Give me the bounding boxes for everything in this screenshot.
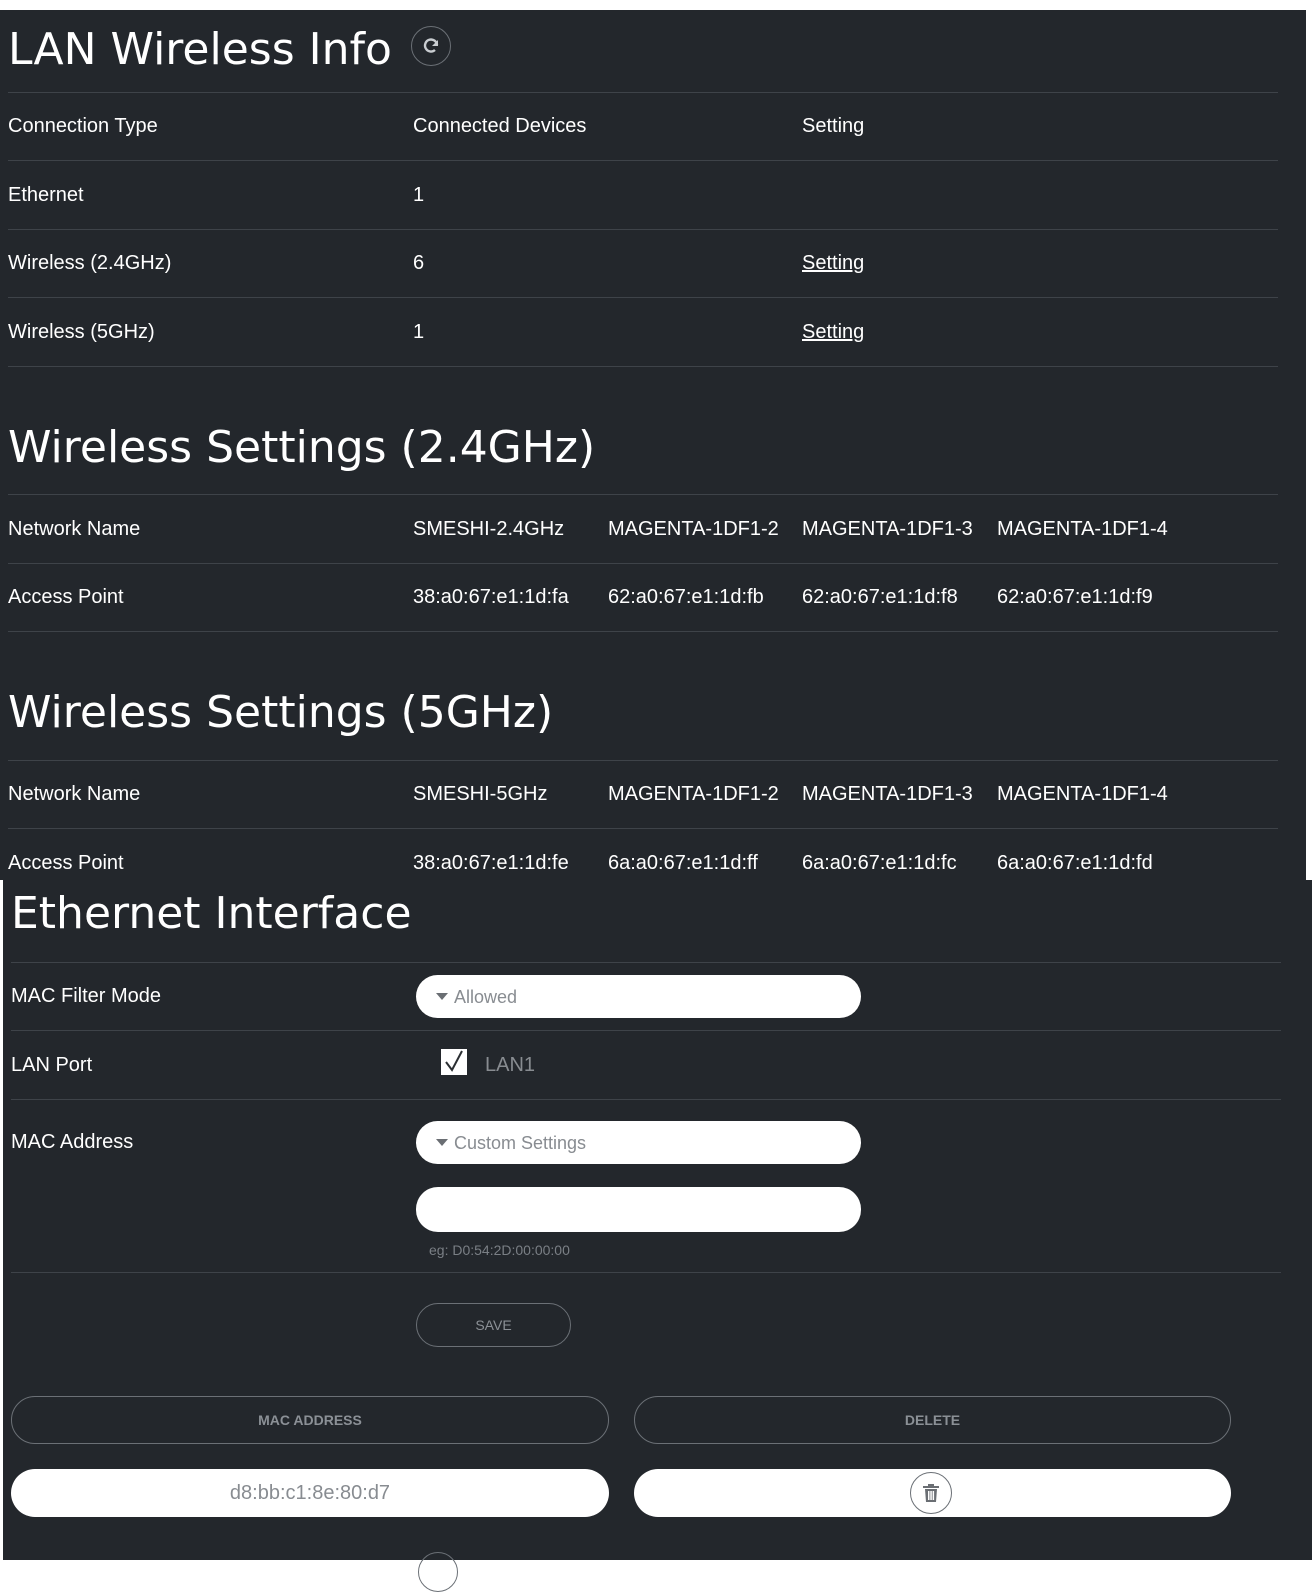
chevron-down-icon bbox=[436, 1138, 448, 1146]
lan1-checkbox[interactable] bbox=[441, 1049, 467, 1075]
divider bbox=[11, 1099, 1281, 1100]
ethernet-interface-panel: Ethernet Interface MAC Filter Mode Allow… bbox=[3, 880, 1312, 1592]
row-device-count: 1 bbox=[413, 321, 425, 343]
row-device-count: 6 bbox=[413, 252, 425, 274]
row-connection-type: Ethernet bbox=[8, 184, 84, 206]
mac-address-hint: eg: D0:54:2D:00:00:00 bbox=[429, 1242, 570, 1258]
access-point-value: 6a:a0:67:e1:1d:fc bbox=[802, 852, 957, 874]
delete-cell bbox=[634, 1469, 1231, 1517]
mac-filter-mode-select[interactable]: Allowed bbox=[416, 975, 861, 1018]
divider bbox=[8, 366, 1278, 367]
wireless-settings-5-title: Wireless Settings (5GHz) bbox=[8, 687, 554, 738]
header-connected-devices: Connected Devices bbox=[413, 115, 587, 137]
divider bbox=[8, 828, 1278, 829]
lan-wireless-info-title: LAN Wireless Info bbox=[8, 24, 392, 75]
divider bbox=[8, 494, 1278, 495]
network-name-value: SMESHI-5GHz bbox=[413, 783, 548, 805]
network-name-value: MAGENTA-1DF1-2 bbox=[608, 783, 779, 805]
lan1-option-label: LAN1 bbox=[485, 1054, 536, 1076]
network-name-value: MAGENTA-1DF1-4 bbox=[997, 518, 1168, 540]
access-point-label: Access Point bbox=[8, 586, 124, 608]
divider bbox=[8, 92, 1278, 93]
access-point-label: Access Point bbox=[8, 852, 124, 874]
access-point-value: 62:a0:67:e1:1d:fb bbox=[608, 586, 764, 608]
row-connection-type: Wireless (5GHz) bbox=[8, 321, 155, 343]
divider bbox=[8, 760, 1278, 761]
wireless-info-panel: LAN Wireless Info Connection Type Connec… bbox=[0, 10, 1306, 880]
network-name-value: MAGENTA-1DF1-4 bbox=[997, 783, 1168, 805]
add-entry-button[interactable] bbox=[418, 1552, 458, 1592]
mac-address-input[interactable] bbox=[416, 1187, 861, 1232]
access-point-value: 62:a0:67:e1:1d:f8 bbox=[802, 586, 958, 608]
refresh-icon[interactable] bbox=[411, 26, 451, 66]
mac-address-mode-select[interactable]: Custom Settings bbox=[416, 1121, 861, 1164]
setting-link-5ghz[interactable]: Setting bbox=[802, 320, 864, 344]
mac-address-column-header: MAC ADDRESS bbox=[11, 1396, 609, 1444]
divider bbox=[11, 1030, 1281, 1031]
access-point-value: 6a:a0:67:e1:1d:ff bbox=[608, 852, 758, 874]
access-point-value: 62:a0:67:e1:1d:f9 bbox=[997, 586, 1153, 608]
access-point-value: 38:a0:67:e1:1d:fa bbox=[413, 586, 569, 608]
trash-icon[interactable] bbox=[910, 1472, 952, 1514]
chevron-down-icon bbox=[436, 992, 448, 1000]
network-name-value: SMESHI-2.4GHz bbox=[413, 518, 565, 540]
header-connection-type: Connection Type bbox=[8, 115, 158, 137]
divider bbox=[8, 631, 1278, 632]
wireless-settings-24-title: Wireless Settings (2.4GHz) bbox=[8, 422, 596, 473]
mac-filter-mode-value: Allowed bbox=[454, 987, 518, 1007]
network-name-label: Network Name bbox=[8, 783, 141, 805]
network-name-value: MAGENTA-1DF1-3 bbox=[802, 783, 973, 805]
ethernet-interface-title: Ethernet Interface bbox=[11, 888, 412, 939]
divider bbox=[8, 297, 1278, 298]
divider bbox=[8, 160, 1278, 161]
network-name-label: Network Name bbox=[8, 518, 141, 540]
divider bbox=[8, 229, 1278, 230]
divider bbox=[11, 962, 1281, 963]
lan-port-label: LAN Port bbox=[11, 1054, 93, 1076]
delete-column-header: DELETE bbox=[634, 1396, 1231, 1444]
access-point-value: 38:a0:67:e1:1d:fe bbox=[413, 852, 569, 874]
network-name-value: MAGENTA-1DF1-2 bbox=[608, 518, 779, 540]
mac-filter-mode-label: MAC Filter Mode bbox=[11, 985, 162, 1007]
network-name-value: MAGENTA-1DF1-3 bbox=[802, 518, 973, 540]
access-point-value: 6a:a0:67:e1:1d:fd bbox=[997, 852, 1153, 874]
divider bbox=[8, 563, 1278, 564]
header-setting: Setting bbox=[802, 115, 865, 137]
mac-address-entry: d8:bb:c1:8e:80:d7 bbox=[11, 1469, 609, 1517]
save-button[interactable]: SAVE bbox=[416, 1303, 571, 1347]
mac-address-mode-value: Custom Settings bbox=[454, 1133, 587, 1153]
row-connection-type: Wireless (2.4GHz) bbox=[8, 252, 172, 274]
row-device-count: 1 bbox=[413, 184, 425, 206]
mac-address-label: MAC Address bbox=[11, 1131, 134, 1153]
setting-link-24ghz[interactable]: Setting bbox=[802, 251, 864, 275]
divider bbox=[11, 1272, 1281, 1273]
